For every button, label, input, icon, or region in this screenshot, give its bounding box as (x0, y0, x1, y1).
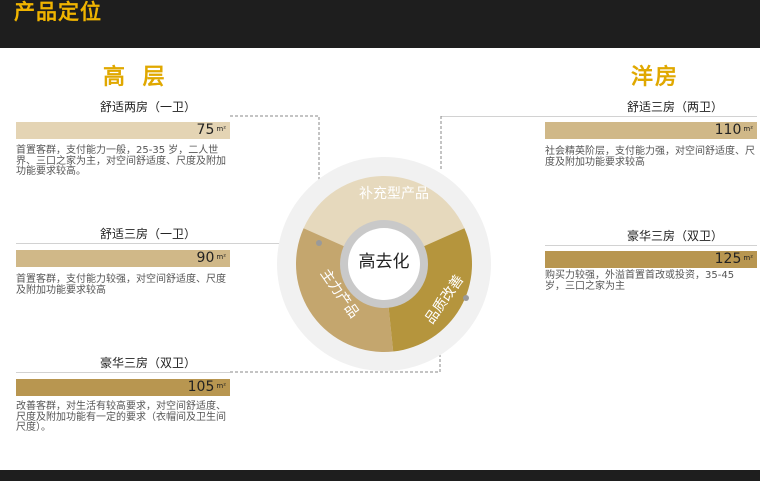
connector-dot-right (463, 295, 469, 301)
center-label: 高去化 (359, 252, 410, 272)
connector-dot-left (316, 240, 322, 246)
segment-label-supplementary: 补充型产品 (359, 186, 429, 202)
positioning-diagram: 高去化 补充型产品 主力产品 品质改善 (230, 115, 491, 373)
footer-bar (0, 470, 760, 481)
